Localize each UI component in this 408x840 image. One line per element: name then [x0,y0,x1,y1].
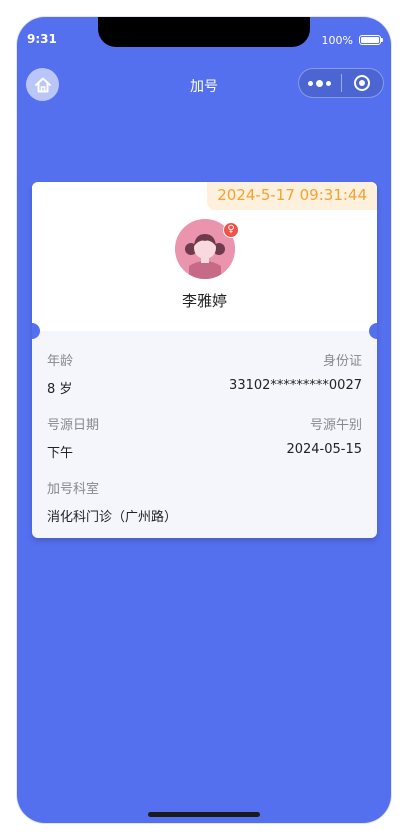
source-period-label: 号源午别 [309,418,362,433]
id-value: 33102*********0027 [229,378,362,393]
more-icon [308,79,332,87]
female-icon: ♀ [223,222,239,238]
ticket-notch-right [369,323,377,339]
home-indicator[interactable] [148,812,260,817]
close-miniprogram-button[interactable] [342,69,384,97]
close-target-icon [354,75,371,91]
more-button[interactable] [299,69,341,97]
phone-screen: 9:31 100% 加号 2024-5-17 09:31:44 ♀ 李雅婷 年龄… [17,17,391,823]
miniprogram-capsule [298,68,384,98]
source-date-label: 号源日期 [47,418,100,433]
patient-name: 李雅婷 [181,292,227,310]
patient-card: 2024-5-17 09:31:44 ♀ 李雅婷 年龄 身份证 8 岁 3310… [32,182,377,538]
id-label: 身份证 [322,354,362,369]
battery-percentage: 100% [321,34,353,47]
timestamp-badge: 2024-5-17 09:31:44 [207,182,377,210]
department-value: 消化科门诊（广州路） [47,510,178,525]
source-period-value: 2024-05-15 [286,442,362,457]
status-time: 9:31 [27,32,57,46]
age-label: 年龄 [47,354,74,369]
battery-icon [359,35,383,45]
age-value: 8 岁 [47,382,73,397]
department-label: 加号科室 [47,482,100,497]
card-header: 2024-5-17 09:31:44 ♀ 李雅婷 [32,182,377,331]
source-date-value: 下午 [47,446,74,461]
device-notch [98,17,310,47]
